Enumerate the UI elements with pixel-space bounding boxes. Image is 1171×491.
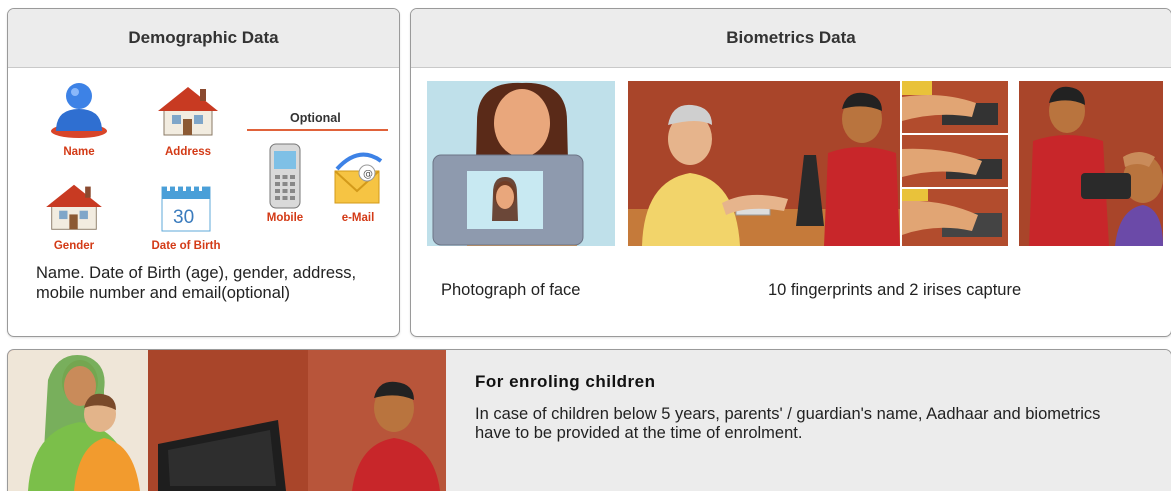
name-label: Name (63, 146, 95, 158)
children-title: For enroling children (475, 372, 656, 391)
demographic-header: Demographic Data (8, 9, 399, 68)
children-description: In case of children below 5 years, paren… (475, 405, 1101, 442)
calendar-day: 30 (173, 207, 194, 228)
finger-scan-illustration (902, 189, 1002, 237)
mobile-item: Mobile (260, 143, 310, 224)
mobile-phone-icon (269, 143, 301, 209)
gender-label: Gender (53, 240, 95, 252)
dob-item: 30 Date of Birth (136, 181, 236, 252)
iris-capture-illustration (1029, 86, 1163, 246)
prints-caption: 10 fingerprints and 2 irises capture (768, 281, 1022, 299)
optional-divider (247, 129, 388, 131)
house-icon (158, 87, 218, 136)
finger-scan-2 (902, 135, 1008, 187)
optional-heading: Optional (290, 111, 341, 125)
children-panel: For enroling children In case of childre… (7, 349, 1171, 491)
child-enrolment-illustration (8, 350, 446, 491)
gender-item: Gender (38, 181, 110, 252)
face-photo (427, 81, 615, 246)
email-label: e-Mail (341, 212, 375, 224)
face-capture-illustration (432, 82, 584, 246)
fingerprint-illustration (628, 92, 900, 246)
finger-scan-illustration (902, 81, 998, 125)
dob-label: Date of Birth (151, 240, 221, 252)
finger-scan-illustration (902, 148, 1002, 179)
fingerprint-photo (628, 81, 900, 246)
iris-photo (1019, 81, 1163, 246)
face-caption: Photograph of face (441, 281, 581, 299)
email-envelope-icon: @ (334, 152, 383, 204)
mobile-label: Mobile (266, 212, 304, 224)
email-item: @ e-Mail (328, 149, 388, 224)
finger-scan-1 (902, 81, 1008, 133)
address-label: Address (164, 146, 212, 158)
biometrics-header: Biometrics Data (411, 9, 1171, 68)
calendar-icon: 30 (161, 183, 211, 232)
demographic-panel: Demographic Data Name Address Optional M… (7, 8, 400, 337)
name-item: Name (44, 79, 114, 158)
person-icon (51, 83, 107, 138)
address-item: Address (148, 83, 228, 158)
svg-text:@: @ (363, 169, 373, 180)
finger-scan-3 (902, 189, 1008, 246)
biometrics-panel: Biometrics Data Photograph of face 10 fi… (410, 8, 1171, 337)
children-enrolment-photo (8, 350, 446, 491)
house-icon (46, 184, 102, 230)
demographic-description: Name. Date of Birth (age), gender, addre… (36, 264, 357, 302)
